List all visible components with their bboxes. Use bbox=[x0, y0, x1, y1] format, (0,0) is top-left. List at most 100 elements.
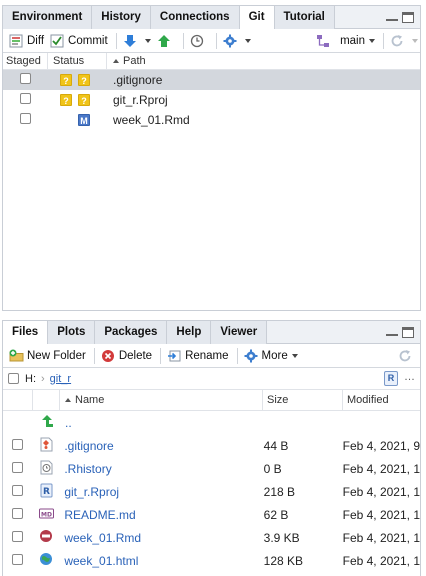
file-modified: Feb 4, 2021, 1 bbox=[342, 484, 420, 499]
breadcrumb-folder-link[interactable]: git_r bbox=[50, 373, 71, 385]
delete-button[interactable]: Delete bbox=[101, 349, 152, 363]
name-column-header[interactable]: Name bbox=[60, 389, 263, 411]
html-file-icon bbox=[39, 552, 53, 569]
refresh-files-button[interactable] bbox=[398, 349, 416, 363]
file-row[interactable]: .gitignore 44 B Feb 4, 2021, 9 bbox=[3, 434, 420, 457]
staged-checkbox[interactable] bbox=[20, 93, 31, 104]
tab-git[interactable]: Git bbox=[239, 6, 275, 30]
file-size: 44 B bbox=[263, 438, 289, 453]
tab-files[interactable]: Files bbox=[3, 321, 49, 345]
file-size: 0 B bbox=[263, 461, 282, 476]
new-branch-button[interactable] bbox=[316, 34, 334, 48]
file-modified: Feb 4, 2021, 1 bbox=[342, 507, 420, 522]
size-column-header[interactable]: Size bbox=[263, 389, 343, 411]
file-name-link[interactable]: .gitignore bbox=[64, 439, 113, 453]
file-row[interactable]: R git_r.Rproj 218 B Feb 4, 2021, 1 bbox=[3, 480, 420, 503]
file-name-link[interactable]: week_01.Rmd bbox=[64, 531, 141, 545]
breadcrumb: H: › git_r R … bbox=[3, 368, 420, 390]
file-checkbox[interactable] bbox=[12, 553, 23, 565]
file-checkbox[interactable] bbox=[12, 507, 23, 519]
refresh-dropdown-caret-icon[interactable] bbox=[412, 38, 418, 43]
staged-column-header[interactable]: Staged bbox=[3, 52, 48, 70]
commit-checkbox-icon bbox=[50, 34, 64, 48]
file-row[interactable]: MD README.md 62 B Feb 4, 2021, 1 bbox=[3, 503, 420, 526]
file-row[interactable]: .Rhistory 0 B Feb 4, 2021, 1 bbox=[3, 457, 420, 480]
file-name-link[interactable]: git_r.Rproj bbox=[64, 485, 119, 499]
staged-checkbox[interactable] bbox=[20, 113, 31, 124]
pull-dropdown-caret-icon[interactable] bbox=[144, 38, 151, 43]
status-untracked-badge: ? bbox=[60, 74, 72, 86]
push-arrow-up-icon bbox=[157, 34, 171, 48]
refresh-git-button[interactable] bbox=[390, 34, 418, 48]
git-file-row[interactable]: M week_01.Rmd bbox=[3, 110, 420, 130]
git-file-path: git_r.Rproj bbox=[113, 93, 168, 107]
path-column-header[interactable]: Path bbox=[107, 53, 146, 70]
rmarkdown-file-icon bbox=[39, 529, 53, 546]
pull-button[interactable] bbox=[123, 34, 151, 48]
commit-button[interactable]: Commit bbox=[50, 34, 108, 48]
file-size: 3.9 KB bbox=[263, 530, 300, 545]
files-pane-tabbar: Files Plots Packages Help Viewer bbox=[3, 321, 420, 345]
delete-icon bbox=[101, 349, 115, 363]
breadcrumb-root[interactable]: H: bbox=[25, 373, 36, 385]
file-checkbox[interactable] bbox=[12, 438, 23, 450]
file-row[interactable]: week_01.html 128 KB Feb 4, 2021, 1 bbox=[3, 549, 420, 572]
maximize-pane-icon[interactable] bbox=[402, 327, 414, 338]
git-pane-tabbar: Environment History Connections Git Tuto… bbox=[3, 6, 420, 30]
git-file-row[interactable]: ? ? .gitignore bbox=[3, 70, 420, 90]
file-row[interactable]: week_01.Rmd 3.9 KB Feb 4, 2021, 1 bbox=[3, 526, 420, 549]
files-table-header: Name Size Modified bbox=[3, 389, 420, 411]
staged-checkbox[interactable] bbox=[20, 73, 31, 84]
more-button[interactable]: More bbox=[244, 349, 298, 363]
parent-directory-row[interactable]: .. bbox=[3, 411, 420, 434]
push-button[interactable] bbox=[157, 34, 175, 48]
minimize-pane-icon[interactable] bbox=[386, 334, 398, 337]
breadcrumb-separator-icon: › bbox=[41, 372, 45, 385]
name-column-label: Name bbox=[75, 393, 105, 406]
history-button[interactable] bbox=[190, 34, 208, 48]
tab-connections[interactable]: Connections bbox=[150, 6, 240, 29]
tab-help[interactable]: Help bbox=[167, 321, 212, 344]
markdown-file-icon: MD bbox=[38, 507, 54, 523]
branch-label: main bbox=[340, 34, 365, 47]
gear-icon bbox=[223, 34, 237, 48]
file-name-link[interactable]: README.md bbox=[64, 508, 135, 522]
file-size: 62 B bbox=[263, 507, 289, 522]
modified-column-header[interactable]: Modified bbox=[343, 390, 389, 411]
settings-dropdown-caret-icon[interactable] bbox=[244, 38, 251, 43]
rename-label: Rename bbox=[185, 349, 229, 362]
maximize-pane-icon[interactable] bbox=[402, 12, 414, 23]
rename-button[interactable]: Rename bbox=[167, 349, 229, 363]
tab-plots[interactable]: Plots bbox=[48, 321, 96, 344]
toolbar-divider bbox=[215, 32, 217, 49]
git-file-row[interactable]: ? ? git_r.Rproj bbox=[3, 90, 420, 110]
select-all-checkbox[interactable] bbox=[8, 373, 19, 384]
toolbar-divider bbox=[115, 32, 117, 49]
pull-arrow-down-icon bbox=[123, 34, 137, 48]
gear-icon bbox=[244, 349, 258, 363]
tab-tutorial[interactable]: Tutorial bbox=[274, 6, 335, 29]
more-label: More bbox=[261, 349, 288, 362]
branch-selector[interactable]: main bbox=[340, 35, 375, 47]
tab-viewer[interactable]: Viewer bbox=[211, 321, 268, 344]
minimize-pane-icon[interactable] bbox=[386, 19, 398, 22]
status-column-header[interactable]: Status bbox=[48, 52, 107, 70]
file-name-link[interactable]: .Rhistory bbox=[64, 462, 111, 476]
icon-column-header bbox=[33, 389, 60, 411]
tab-packages[interactable]: Packages bbox=[95, 321, 168, 344]
gitignore-file-icon bbox=[40, 437, 53, 455]
diff-button[interactable]: Diff bbox=[9, 34, 44, 48]
new-folder-button[interactable]: New Folder bbox=[9, 349, 86, 363]
sort-ascending-icon bbox=[113, 58, 119, 63]
git-file-path: week_01.Rmd bbox=[113, 113, 190, 127]
parent-directory-link[interactable]: .. bbox=[65, 416, 72, 430]
tab-history[interactable]: History bbox=[92, 6, 151, 29]
go-to-project-icon[interactable]: R bbox=[384, 371, 398, 386]
file-name-link[interactable]: week_01.html bbox=[64, 554, 138, 568]
breadcrumb-more-button[interactable]: … bbox=[404, 371, 415, 383]
file-checkbox[interactable] bbox=[12, 484, 23, 496]
file-checkbox[interactable] bbox=[12, 461, 23, 473]
file-checkbox[interactable] bbox=[12, 530, 23, 542]
tab-environment[interactable]: Environment bbox=[3, 6, 93, 29]
git-settings-button[interactable] bbox=[223, 34, 251, 48]
